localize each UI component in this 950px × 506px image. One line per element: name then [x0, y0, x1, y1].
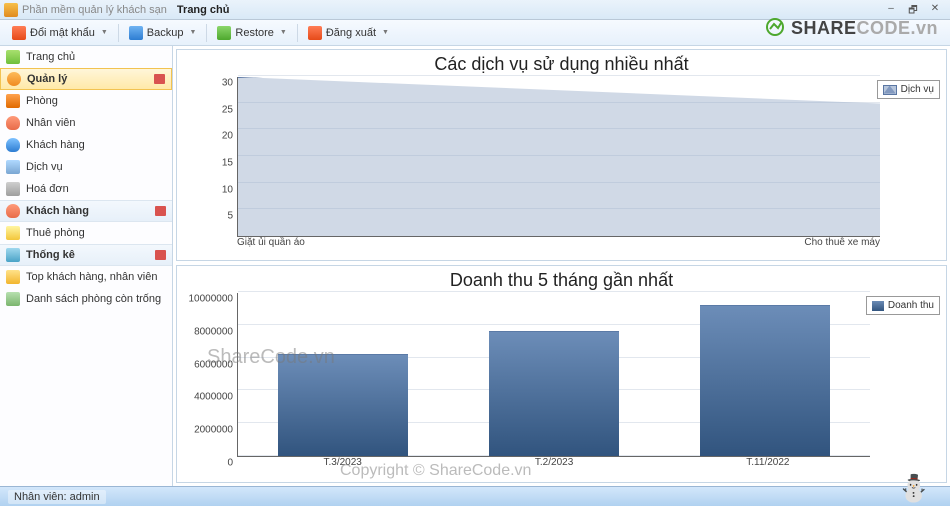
sidebar-item-label: Thuê phòng [26, 227, 85, 239]
invoice-icon [6, 182, 20, 196]
chart-plot-area [237, 77, 880, 237]
badge-icon [155, 206, 166, 216]
sidebar-header-stats[interactable]: Thống kê [0, 244, 172, 266]
sidebar-item-label: Trang chủ [26, 51, 75, 63]
sidebar-item-label: Hoá đơn [26, 183, 69, 195]
sidebar-item-label: Quản lý [27, 73, 67, 85]
sidebar-item-home[interactable]: Trang chủ [0, 46, 172, 68]
app-icon [4, 3, 18, 17]
logout-button[interactable]: Đăng xuất ▼ [302, 24, 395, 42]
restore-label: Restore [235, 27, 274, 39]
sidebar-item-label: Phòng [26, 95, 58, 107]
legend-label: Dịch vụ [901, 84, 934, 95]
chevron-down-icon: ▼ [280, 29, 287, 36]
change-password-button[interactable]: Đổi mật khẩu ▼ [6, 24, 114, 42]
chevron-down-icon: ▼ [189, 29, 196, 36]
change-password-label: Đổi mật khẩu [30, 27, 95, 39]
content-area: Các dịch vụ sử dụng nhiều nhất Dịch vụ 5… [173, 46, 950, 486]
window-minimize-button[interactable]: – [880, 3, 902, 17]
restore-button[interactable]: Restore ▼ [211, 24, 292, 42]
legend-label: Doanh thu [888, 300, 934, 311]
sidebar-item-label: Khách hàng [26, 205, 89, 217]
rent-icon [6, 226, 20, 240]
brand-logo: SHARECODE.vn [765, 17, 938, 39]
chart-plot-area [237, 293, 870, 457]
sidebar-item-label: Thống kê [26, 249, 75, 261]
service-icon [6, 160, 20, 174]
key-icon [12, 26, 26, 40]
employee-icon [6, 116, 20, 130]
chevron-down-icon: ▼ [382, 29, 389, 36]
x-tick-label: Giặt ủi quần áo [237, 237, 305, 248]
chart-services-legend: Dịch vụ [877, 80, 940, 99]
status-bar: Nhân viên: admin ⛄ [0, 486, 950, 506]
backup-label: Backup [147, 27, 184, 39]
x-tick-label: Cho thuê xe máy [804, 237, 946, 248]
tab-home[interactable]: Trang chủ [177, 4, 230, 16]
sidebar-item-label: Dịch vụ [26, 161, 63, 173]
backup-icon [129, 26, 143, 40]
logout-icon [308, 26, 322, 40]
x-tick-label: T.11/2022 [746, 457, 789, 468]
snowman-icon: ⛄ [898, 473, 930, 504]
chart-revenue-panel: Doanh thu 5 tháng gần nhất Doanh thu 020… [176, 265, 947, 483]
room-icon [6, 94, 20, 108]
stats-icon [6, 248, 20, 262]
chart-x-axis: Giặt ủi quần áo Cho thuê xe máy [177, 237, 946, 248]
customer-icon [6, 138, 20, 152]
sidebar-item-label: Danh sách phòng còn trống [26, 293, 161, 305]
logout-label: Đăng xuất [326, 27, 376, 39]
sidebar-item-employee[interactable]: Nhân viên [0, 112, 172, 134]
sidebar-item-label: Top khách hàng, nhân viên [26, 271, 158, 283]
sidebar-header-customer[interactable]: Khách hàng [0, 200, 172, 222]
sidebar-item-service[interactable]: Dịch vụ [0, 156, 172, 178]
sidebar-item-label: Nhân viên [26, 117, 76, 129]
chart-revenue-title: Doanh thu 5 tháng gần nhất [177, 266, 946, 293]
sidebar-item-top[interactable]: Top khách hàng, nhân viên [0, 266, 172, 288]
legend-marker-icon [872, 301, 884, 311]
window-restore-button[interactable]: 🗗 [902, 3, 924, 17]
badge-icon [154, 74, 165, 84]
x-tick-label: T.3/2023 [324, 457, 362, 468]
restore-icon [217, 26, 231, 40]
badge-icon [155, 250, 166, 260]
sidebar-item-label: Khách hàng [26, 139, 85, 151]
chart-y-axis: 51015202530 [177, 77, 237, 237]
home-icon [6, 50, 20, 64]
app-title: Phần mềm quản lý khách sạn [22, 4, 167, 16]
chart-y-axis: 0200000040000006000000800000010000000 [177, 293, 237, 457]
status-user: Nhân viên: admin [8, 490, 106, 504]
chart-x-axis: T.3/2023 T.2/2023 T.11/2022 [177, 457, 946, 468]
x-tick-label: T.2/2023 [535, 457, 573, 468]
chart-services-panel: Các dịch vụ sử dụng nhiều nhất Dịch vụ 5… [176, 49, 947, 261]
legend-marker-icon [883, 85, 897, 95]
sidebar-item-room[interactable]: Phòng [0, 90, 172, 112]
sidebar-item-empty-rooms[interactable]: Danh sách phòng còn trống [0, 288, 172, 310]
sidebar-item-customer[interactable]: Khách hàng [0, 134, 172, 156]
sidebar-item-invoice[interactable]: Hoá đơn [0, 178, 172, 200]
window-close-button[interactable]: ✕ [924, 3, 946, 17]
manage-icon [7, 72, 21, 86]
backup-button[interactable]: Backup ▼ [123, 24, 203, 42]
chevron-down-icon: ▼ [101, 29, 108, 36]
chart-revenue-legend: Doanh thu [866, 296, 940, 315]
chart-services-title: Các dịch vụ sử dụng nhiều nhất [177, 50, 946, 77]
customer-group-icon [6, 204, 20, 218]
top-icon [6, 270, 20, 284]
sidebar: Trang chủ Quản lý Phòng Nhân viên Khách … [0, 46, 173, 486]
sidebar-header-manage[interactable]: Quản lý [0, 68, 172, 90]
sidebar-item-rent[interactable]: Thuê phòng [0, 222, 172, 244]
list-icon [6, 292, 20, 306]
